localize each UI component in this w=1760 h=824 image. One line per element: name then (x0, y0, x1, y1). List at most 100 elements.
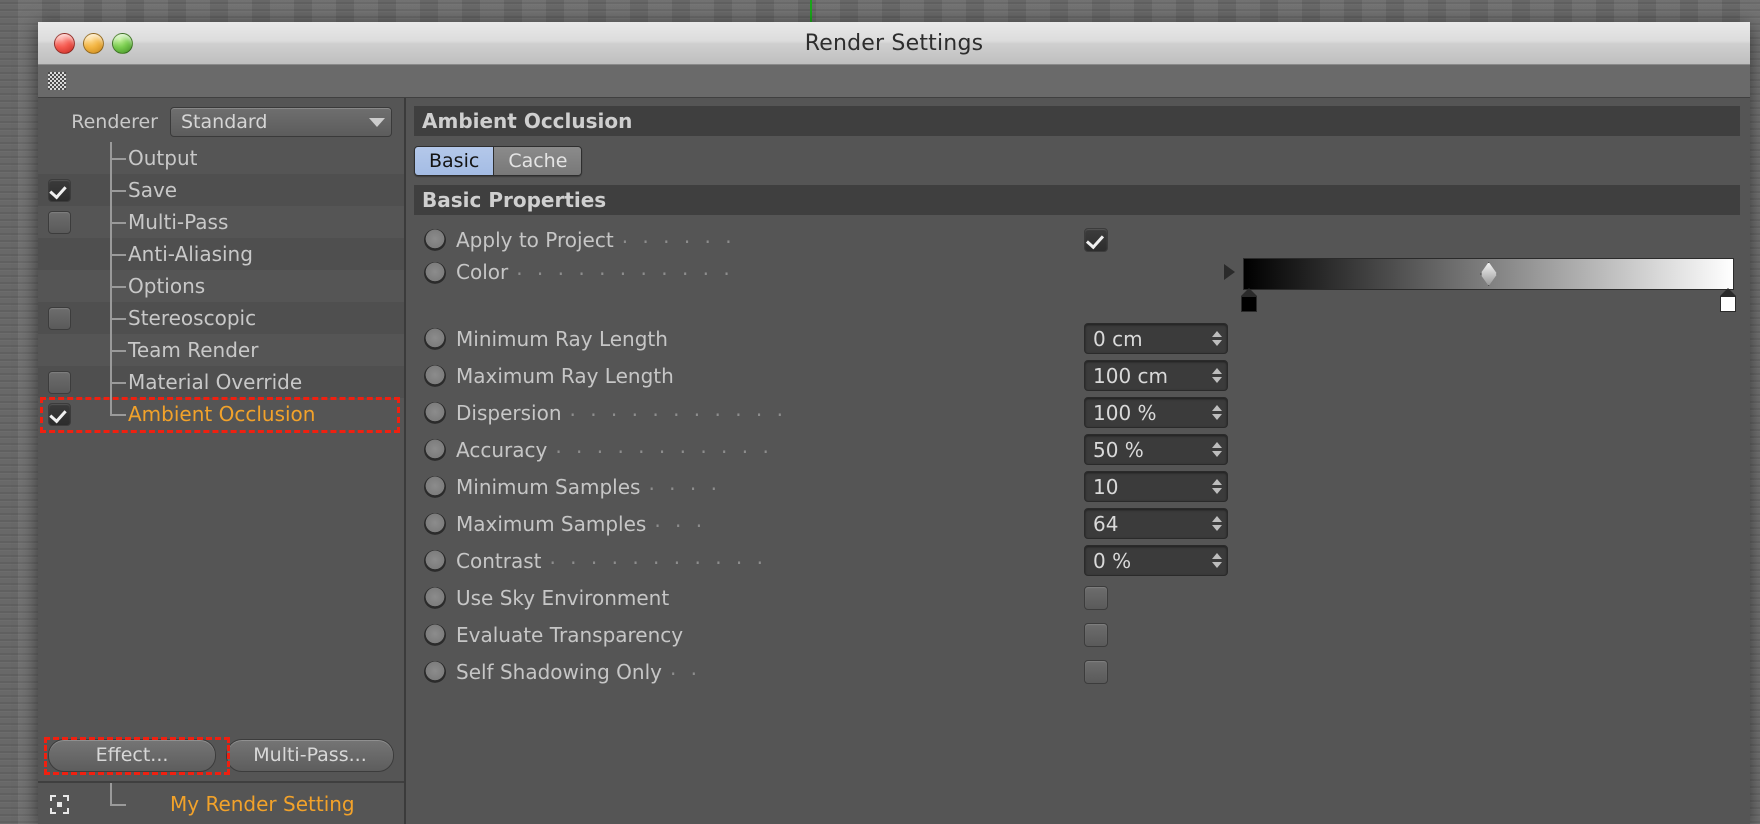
tree-row-multi-pass[interactable]: Multi-Pass (38, 206, 404, 238)
gradient-bar[interactable] (1243, 258, 1735, 290)
gradient-knob-tip (1720, 288, 1737, 296)
property-toggle-icon[interactable] (424, 228, 446, 251)
property-label: Evaluate Transparency (456, 622, 684, 647)
tree-row-ambient-occlusion[interactable]: Ambient Occlusion (38, 398, 404, 430)
number-input[interactable]: 0 % (1084, 545, 1228, 576)
grip-handle-icon[interactable] (48, 72, 66, 90)
tab-cache[interactable]: Cache (494, 147, 582, 175)
gradient-knob-swatch (1720, 296, 1737, 312)
tree-stem (110, 398, 112, 414)
property-dot-leader: . . . . . . (621, 227, 736, 248)
property-toggle-icon[interactable] (424, 549, 446, 572)
property-row-dispersion: Dispersion . . . . . . . . . . . 100 % (406, 394, 1750, 431)
property-label: Color (456, 260, 509, 284)
property-control-slot: 50 % (1084, 434, 1228, 465)
unchecked-checkbox[interactable] (1084, 585, 1108, 610)
tab-basic[interactable]: Basic (415, 147, 495, 175)
property-label: Contrast (456, 548, 542, 573)
spinner-arrows-icon[interactable] (1211, 328, 1223, 350)
spinner-arrows-icon[interactable] (1211, 550, 1223, 572)
tree-row-label: Stereoscopic (128, 306, 257, 330)
tree-row-options[interactable]: Options (38, 270, 404, 302)
property-toggle-icon[interactable] (424, 623, 446, 646)
tree-row-label: Team Render (128, 338, 259, 362)
render-setting-name: My Render Setting (170, 792, 355, 816)
tree-row-stereoscopic[interactable]: Stereoscopic (38, 302, 404, 334)
triangle-right-icon[interactable] (1224, 264, 1236, 280)
unchecked-checkbox[interactable] (1084, 622, 1108, 647)
gradient-knob[interactable] (1241, 288, 1258, 312)
property-label: Minimum Samples (456, 474, 641, 499)
spinner-arrows-icon[interactable] (1211, 402, 1223, 424)
tree-checkbox-slot (38, 306, 80, 330)
gradient-knob-tip (1241, 288, 1258, 296)
property-control-slot: 10 (1084, 471, 1228, 502)
checked-checkbox[interactable] (1084, 227, 1108, 252)
property-dot-leader: . . . . . . . . . . . (516, 260, 734, 280)
multi-pass-button[interactable]: Multi-Pass... (226, 738, 394, 772)
property-control-slot (1084, 585, 1108, 610)
property-label: Minimum Ray Length (456, 326, 668, 351)
property-dot-leader: . . . . . . . . . . . (549, 548, 767, 569)
property-control-slot: 0 % (1084, 545, 1228, 576)
number-input[interactable]: 100 cm (1084, 360, 1228, 391)
number-input-value: 0 % (1093, 548, 1132, 573)
sidebar-button-row: Effect... Multi-Pass... (38, 729, 404, 781)
spinner-arrows-icon[interactable] (1211, 365, 1223, 387)
property-toggle-icon[interactable] (424, 401, 446, 424)
tree-row-team-render[interactable]: Team Render (38, 334, 404, 366)
spinner-arrows-icon[interactable] (1211, 513, 1223, 535)
number-input[interactable]: 50 % (1084, 434, 1228, 465)
property-toggle-icon[interactable] (424, 586, 446, 609)
property-row-minimum-samples: Minimum Samples . . . . 10 (406, 468, 1750, 505)
number-input-value: 50 % (1093, 437, 1144, 462)
property-toggle-icon[interactable] (424, 262, 446, 284)
unchecked-checkbox[interactable] (1084, 659, 1108, 684)
renderer-dropdown[interactable]: Standard (170, 107, 392, 137)
tree-checkbox-slot (38, 402, 80, 426)
number-input[interactable]: 100 % (1084, 397, 1228, 428)
number-input[interactable]: 0 cm (1084, 323, 1228, 354)
render-setting-row[interactable]: My Render Setting (38, 781, 404, 824)
property-toggle-icon[interactable] (424, 438, 446, 461)
tree-row-anti-aliasing[interactable]: Anti-Aliasing (38, 238, 404, 270)
tree-row-output[interactable]: Output (38, 142, 404, 174)
property-label: Apply to Project (456, 227, 614, 252)
property-row-contrast: Contrast . . . . . . . . . . . 0 % (406, 542, 1750, 579)
property-control-slot: 100 cm (1084, 360, 1228, 391)
unchecked-checkbox[interactable] (47, 306, 71, 330)
settings-sidebar: Renderer Standard Output Save Multi-Pass An… (38, 98, 406, 824)
checked-checkbox[interactable] (47, 178, 71, 202)
property-row-color: Color . . . . . . . . . . . (406, 258, 1750, 320)
property-row-maximum-ray-length: Maximum Ray Length 100 cm (406, 357, 1750, 394)
gradient-knob-swatch (1241, 296, 1258, 312)
property-dot-leader: . . (669, 659, 702, 680)
gradient-editor[interactable] (1241, 258, 1737, 312)
toolbar-strip (38, 65, 1750, 98)
tree-elbow (110, 382, 126, 384)
tree-row-label: Multi-Pass (128, 210, 229, 234)
tree-row-material-override[interactable]: Material Override (38, 366, 404, 398)
property-toggle-icon[interactable] (424, 660, 446, 683)
tree-row-label: Ambient Occlusion (128, 402, 316, 426)
spinner-arrows-icon[interactable] (1211, 439, 1223, 461)
checked-checkbox[interactable] (47, 402, 71, 426)
property-toggle-icon[interactable] (424, 327, 446, 350)
renderer-selected-value: Standard (181, 111, 268, 133)
number-input[interactable]: 10 (1084, 471, 1228, 502)
unchecked-checkbox[interactable] (47, 210, 71, 234)
tree-row-save[interactable]: Save (38, 174, 404, 206)
number-input[interactable]: 64 (1084, 508, 1228, 539)
effect-button[interactable]: Effect... (48, 738, 216, 772)
unchecked-checkbox[interactable] (47, 370, 71, 394)
property-row-self-shadowing-only: Self Shadowing Only . . (406, 653, 1750, 690)
tree-elbow (110, 190, 126, 192)
panel-title: Ambient Occlusion (414, 106, 1740, 136)
property-toggle-icon[interactable] (424, 512, 446, 535)
gradient-knob[interactable] (1720, 288, 1737, 312)
tree-row-label: Output (128, 146, 198, 170)
property-toggle-icon[interactable] (424, 475, 446, 498)
tree-elbow (110, 804, 126, 806)
spinner-arrows-icon[interactable] (1211, 476, 1223, 498)
property-toggle-icon[interactable] (424, 364, 446, 387)
